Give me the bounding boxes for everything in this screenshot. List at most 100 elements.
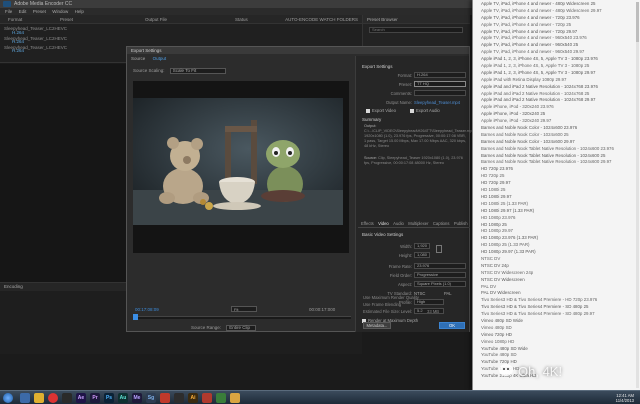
preset-search-input[interactable]: Search (369, 27, 463, 33)
max-render-quality-checkbox[interactable]: Use Maximum Render Quality (363, 295, 419, 300)
dropdown-item[interactable]: Apple TV, iPad, iPhone 4 and newer - 960… (473, 49, 640, 56)
dropdown-item[interactable]: YouTube 480p SD Wide (473, 346, 640, 353)
dropdown-item[interactable]: NTSC DV Widescreen 24p (473, 270, 640, 277)
dropdown-item[interactable]: HD 1080i 29.97 (473, 194, 640, 201)
playhead-handle[interactable] (133, 314, 138, 320)
dropdown-scroll-thumb[interactable] (636, 2, 639, 42)
export-video-checkbox[interactable]: Export Video (366, 108, 396, 113)
timecode-in[interactable]: 00:17:08:09 (135, 307, 159, 312)
menu-file[interactable]: File (5, 8, 12, 15)
dropdown-item[interactable]: Vimeo 480p SD (473, 325, 640, 332)
filezilla-icon[interactable] (160, 393, 170, 403)
dropdown-item[interactable]: Apple iPad 1, 2, 3, iPhone 4S, 5, Apple … (473, 70, 640, 77)
dropdown-item[interactable]: Vimeo 720p HD (473, 332, 640, 339)
frame-rate-select[interactable]: 23.976 (414, 263, 466, 269)
dropdown-item[interactable]: Apple iPad and iPad 2 Native Resolution … (473, 91, 640, 98)
col-output-file[interactable]: Output File (145, 17, 167, 22)
menu-edit[interactable]: Edit (19, 8, 27, 15)
tab-multiplexer[interactable]: Multiplexer (408, 220, 428, 228)
queue-row[interactable]: H.264 Sleepyhead_Teaser_LC2HEVC (0, 30, 362, 42)
col-status[interactable]: Status (235, 17, 248, 22)
preset-dropdown-list[interactable]: Apple TV, iPad, iPhone 4 and newer - 480… (472, 0, 640, 390)
dropdown-item[interactable]: Apple iPhone, iPod - 320x240 23.976 (473, 104, 640, 111)
dropdown-item[interactable]: HD 1080p 23.976 (473, 215, 640, 222)
col-preset[interactable]: Preset (60, 17, 73, 22)
format-select[interactable]: H.264 (414, 72, 466, 78)
dropdown-item[interactable]: Barnes and Noble Nook Tablet Native Reso… (473, 153, 640, 160)
dropdown-item[interactable]: NTSC DV Widescreen (473, 277, 640, 284)
tab-captions[interactable]: Captions (433, 220, 450, 228)
dropdown-item[interactable]: Apple TV, iPad, iPhone 4 and newer - 960… (473, 35, 640, 42)
dropdown-item[interactable]: HD 720p 25 (473, 173, 640, 180)
dropdown-item[interactable]: HD 1080p 23.976 (1.33 PAR) (473, 235, 640, 242)
dropdown-item[interactable]: Apple TV, iPad, iPhone 4 and newer - 960… (473, 42, 640, 49)
dropdown-item[interactable]: PAL DV Widescreen (473, 290, 640, 297)
comments-field[interactable] (414, 90, 466, 96)
menu-help[interactable]: Help (75, 8, 84, 15)
start-button-icon[interactable] (3, 393, 13, 403)
ok-button[interactable]: OK (439, 322, 465, 329)
frame-blending-checkbox[interactable]: Use Frame Blending (363, 302, 401, 307)
summary-header[interactable]: Summary (362, 117, 381, 122)
dropdown-item[interactable]: Apple TV, iPad, iPhone 4 and newer - 480… (473, 1, 640, 8)
media-encoder-icon[interactable]: Me (132, 393, 142, 403)
photoshop-icon[interactable]: Ps (104, 393, 114, 403)
dropdown-item[interactable]: Barnes and Noble Nook Color - 1024x600 2… (473, 139, 640, 146)
queue-item-format[interactable]: H.264 (12, 39, 24, 44)
dropdown-item[interactable]: Barnes and Noble Nook Tablet Native Reso… (473, 146, 640, 153)
dropdown-item[interactable]: Apple iPad and iPad 2 Native Resolution … (473, 84, 640, 91)
dropdown-item[interactable]: Barnes and Noble Nook Tablet Native Reso… (473, 159, 640, 166)
dropdown-item[interactable]: HD 1080p 25 (473, 222, 640, 229)
export-audio-checkbox[interactable]: Export Audio (410, 108, 440, 113)
dropdown-item[interactable]: Tivo Series3 HD & Tivo Series4 Premiere … (473, 297, 640, 304)
aspect-select[interactable]: Square Pixels (1.0) (414, 281, 466, 287)
tab-publish[interactable]: Publish (454, 220, 468, 228)
pal-radio[interactable]: PAL (444, 291, 452, 296)
audition-icon[interactable]: Au (118, 393, 128, 403)
taskbar-clock[interactable]: 12:41 AM 11/4/2013 (616, 393, 634, 403)
dropdown-item[interactable]: Apple iPad 1, 2, 3, iPhone 4S, 5, Apple … (473, 63, 640, 70)
resolve-icon[interactable] (174, 393, 184, 403)
dropdown-item[interactable]: HD 720p 29.97 (473, 180, 640, 187)
export-settings-header[interactable]: Export Settings (362, 64, 393, 69)
app-icon[interactable] (230, 393, 240, 403)
queue-row[interactable]: Sleepyhead_Teaser_LC2HEVC (0, 24, 362, 33)
dropdown-item[interactable]: Tivo Series3 HD & Tivo Series4 Premiere … (473, 304, 640, 311)
app-icon[interactable] (62, 393, 72, 403)
height-field[interactable]: 1,080 (414, 252, 430, 258)
tab-video[interactable]: Video (378, 220, 389, 228)
timeline-scrubber[interactable] (133, 314, 351, 320)
dropdown-item[interactable]: Tivo Series3 HD & Tivo Series4 Premiere … (473, 311, 640, 318)
after-effects-icon[interactable]: Ae (76, 393, 86, 403)
dropdown-item[interactable]: Apple TV, iPad, iPhone 4 and newer - 720… (473, 29, 640, 36)
watch-folders-toggle[interactable]: AUTO-ENCODE WATCH FOLDERS (285, 17, 358, 22)
tab-output[interactable]: Output (153, 56, 167, 61)
tab-source[interactable]: Source (131, 56, 145, 61)
col-format[interactable]: Format (8, 17, 22, 22)
app-icon[interactable] (216, 393, 226, 403)
menu-window[interactable]: Window (52, 8, 68, 15)
dropdown-item[interactable]: HD 1080p 29.97 (473, 228, 640, 235)
dropdown-item[interactable]: NTSC DV 24p (473, 263, 640, 270)
speedgrade-icon[interactable]: Sg (146, 393, 156, 403)
basic-video-settings-header[interactable]: Basic Video Settings (362, 232, 403, 237)
dropdown-item[interactable]: Apple TV, iPad, iPhone 4 and newer - 720… (473, 15, 640, 22)
dropdown-item[interactable]: HD 1080p 29.97 (1.33 PAR) (473, 249, 640, 256)
dropdown-item[interactable]: NTSC DV (473, 256, 640, 263)
dropdown-item[interactable]: HD 1080i 25 (1.33 PAR) (473, 201, 640, 208)
dropdown-item[interactable]: Apple TV, iPad, iPhone 4 and newer - 480… (473, 8, 640, 15)
source-range-select[interactable]: Entire Clip (226, 325, 257, 331)
dropdown-item[interactable]: Apple iPad with Retina Display 1080p 29.… (473, 77, 640, 84)
dropdown-item[interactable]: Apple iPhone, iPod - 320x240 25 (473, 111, 640, 118)
dropdown-item[interactable]: HD 1080p 25 (1.33 PAR) (473, 242, 640, 249)
premiere-icon[interactable]: Pr (90, 393, 100, 403)
chrome-icon[interactable] (48, 393, 58, 403)
dropdown-item[interactable]: Apple iPhone, iPod - 320x240 29.97 (473, 118, 640, 125)
tab-audio[interactable]: Audio (393, 220, 404, 228)
metadata-button[interactable]: Metadata... (363, 322, 391, 329)
tab-effects[interactable]: Effects (361, 220, 374, 228)
dropdown-item[interactable]: Apple TV, iPad, iPhone 4 and newer - 720… (473, 22, 640, 29)
illustrator-icon[interactable]: Ai (188, 393, 198, 403)
zoom-fit-select[interactable]: Fit (231, 306, 257, 312)
queue-item-format[interactable]: H.264 (12, 30, 24, 35)
